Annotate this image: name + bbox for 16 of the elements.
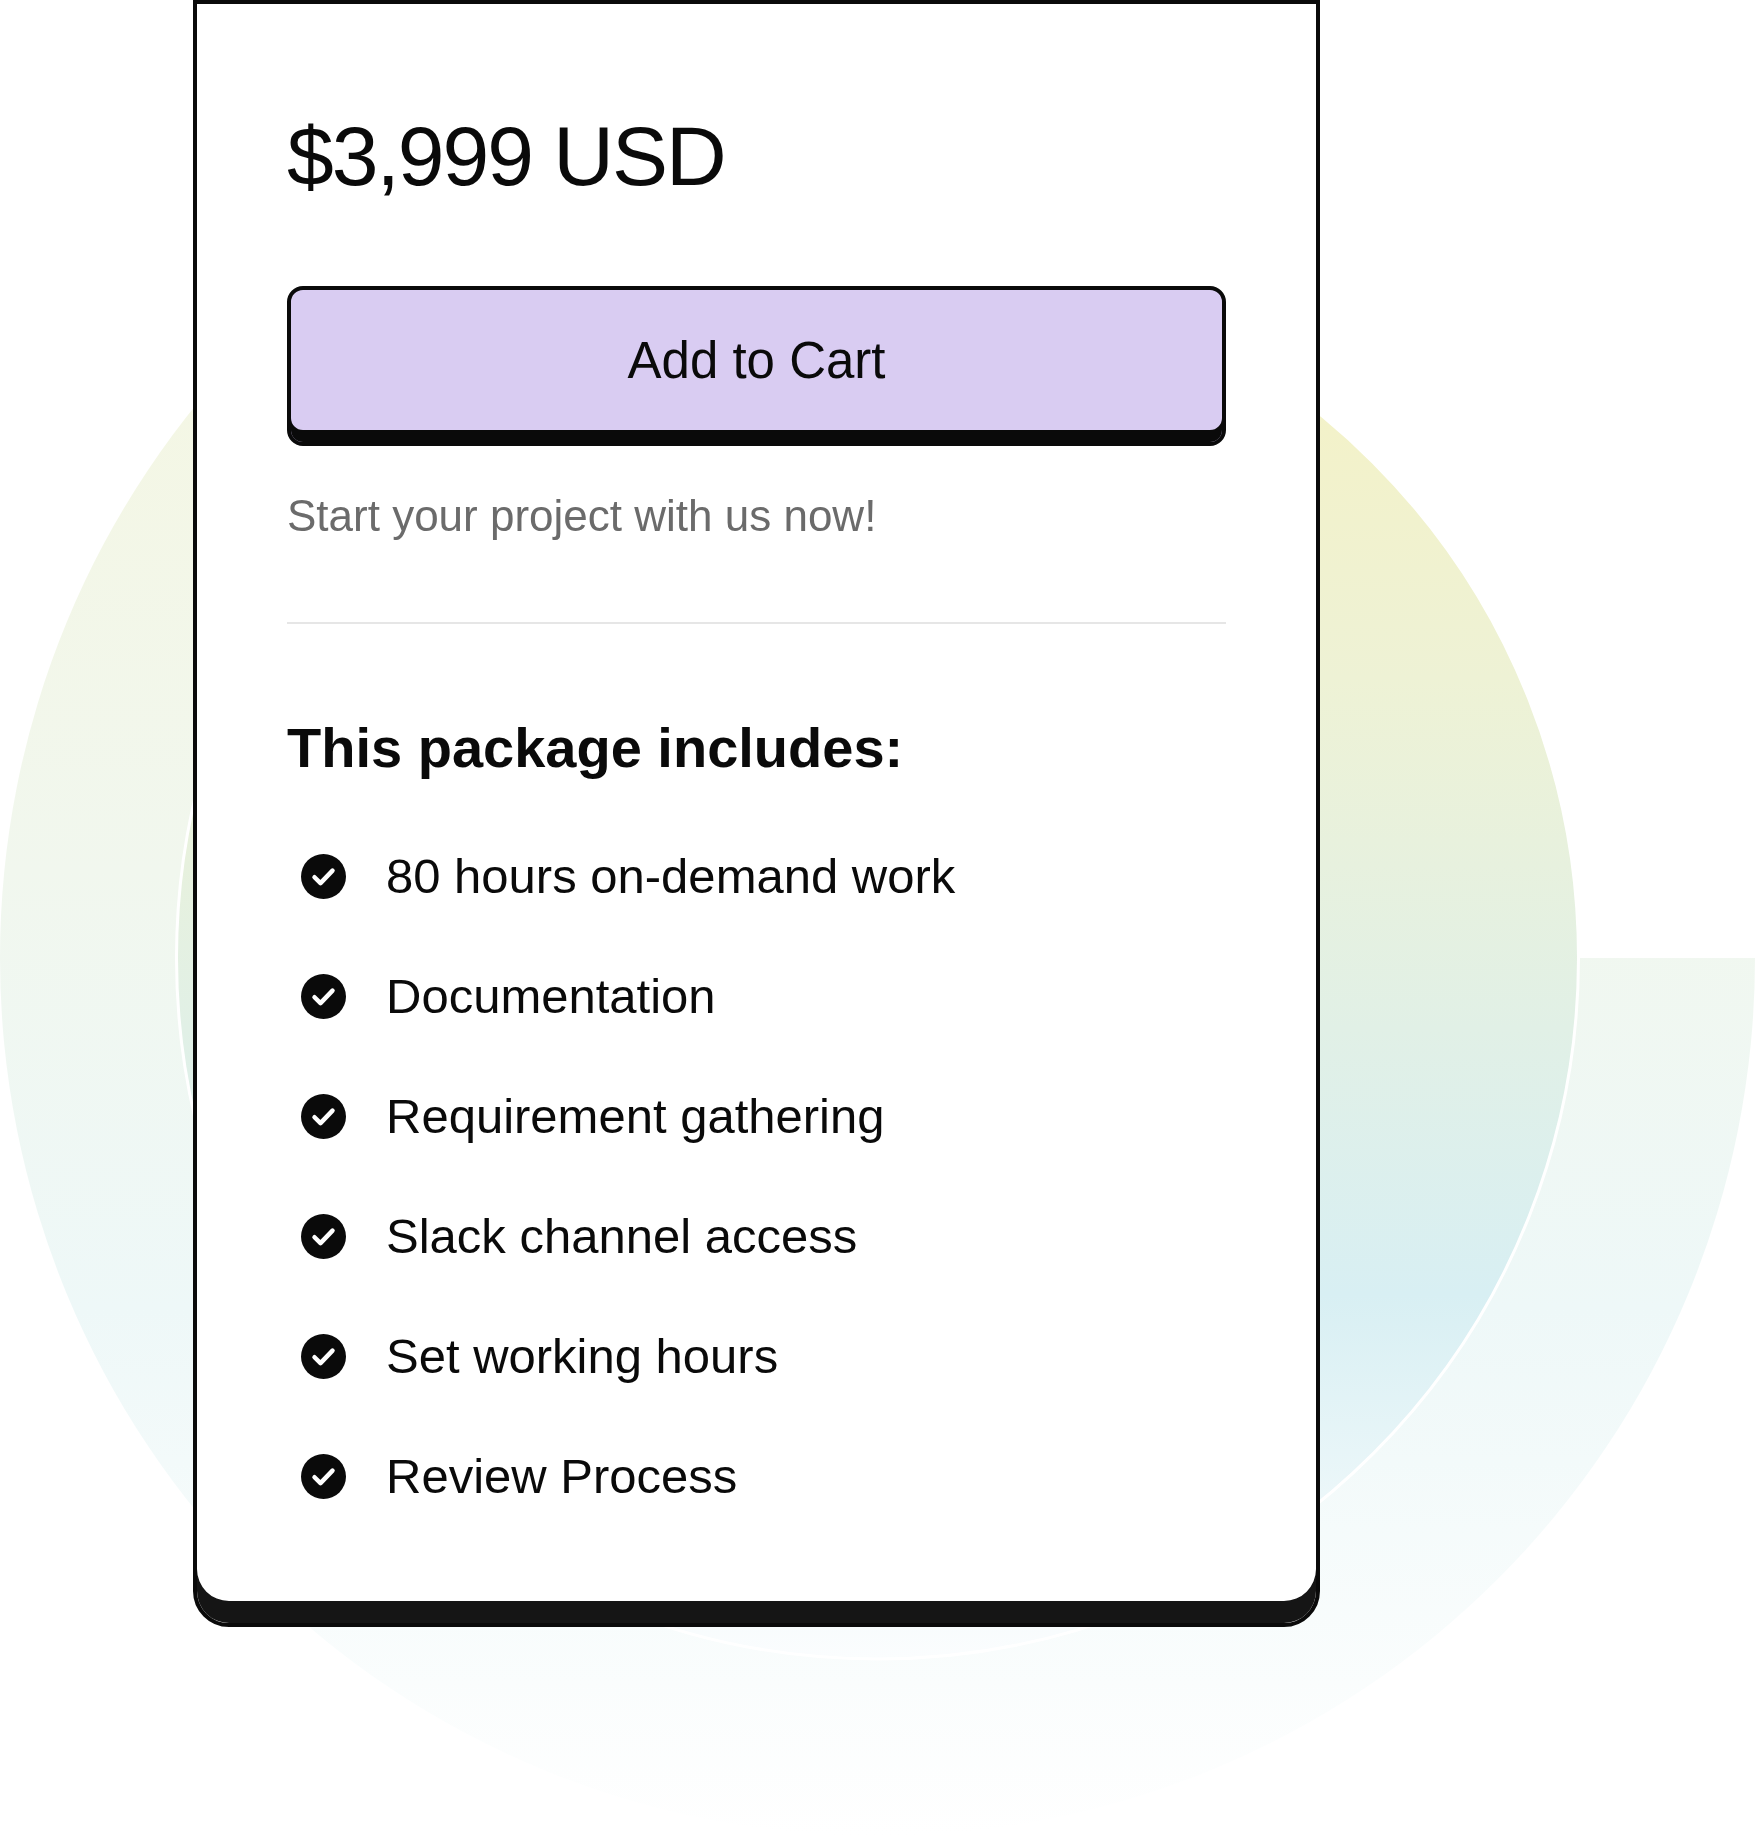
check-circle-icon bbox=[301, 853, 346, 899]
check-circle-icon bbox=[301, 1093, 346, 1139]
features-heading: This package includes: bbox=[287, 716, 905, 780]
check-circle-icon bbox=[301, 973, 346, 1019]
feature-text: Slack channel access bbox=[386, 1208, 858, 1264]
feature-text: Requirement gathering bbox=[386, 1088, 885, 1144]
check-circle-icon bbox=[301, 1213, 346, 1259]
check-circle-icon bbox=[301, 1453, 346, 1499]
add-to-cart-button[interactable]: Add to Cart bbox=[287, 286, 1226, 446]
feature-text: Documentation bbox=[386, 968, 716, 1024]
check-circle-icon bbox=[301, 1333, 346, 1379]
price-text: $3,999 USD bbox=[287, 108, 726, 205]
feature-text: Set working hours bbox=[386, 1328, 779, 1384]
feature-text: Review Process bbox=[386, 1448, 738, 1504]
tagline-text: Start your project with us now! bbox=[287, 490, 878, 542]
feature-text: 80 hours on-demand work bbox=[386, 848, 956, 904]
